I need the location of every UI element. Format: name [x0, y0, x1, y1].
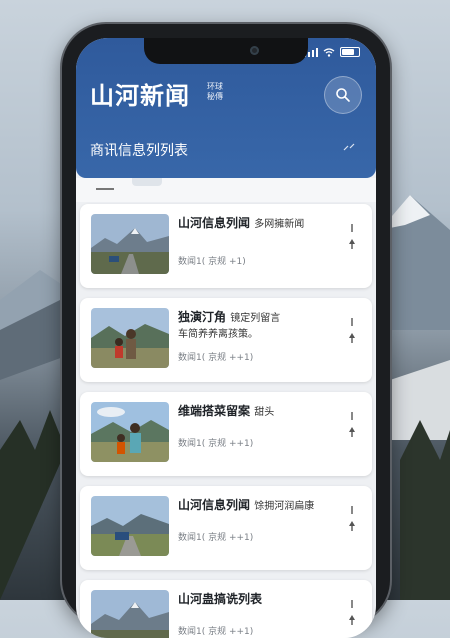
search-button[interactable]	[324, 76, 362, 114]
more-vertical-icon[interactable]	[348, 500, 356, 536]
news-item[interactable]: 山河信息列闻 馀拥河润扁康 数闻1( 京规 ++1)	[80, 486, 372, 570]
news-meta: 数闻1( 京规 ++1)	[178, 627, 254, 637]
news-thumbnail	[91, 214, 169, 274]
phone-notch	[144, 38, 308, 64]
news-thumbnail	[91, 308, 169, 368]
news-item[interactable]: 维端搭菜留案 甜头 数闻1( 京规 ++1)	[80, 392, 372, 476]
news-title: 山河信息列闻 多网擁新闻	[178, 216, 305, 230]
search-icon	[336, 88, 350, 102]
news-title: 山河信息列闻 馀拥河润扁康	[178, 498, 315, 512]
news-meta: 数闻1( 京规 +1)	[178, 257, 246, 267]
news-thumbnail	[91, 590, 169, 638]
sort-icon[interactable]	[342, 142, 356, 152]
news-meta: 数闻1( 京规 ++1)	[178, 353, 254, 363]
news-thumbnail	[91, 496, 169, 556]
tab-strip	[76, 178, 376, 202]
more-vertical-icon[interactable]	[348, 594, 356, 630]
news-thumbnail	[91, 402, 169, 462]
more-vertical-icon[interactable]	[348, 218, 356, 254]
news-meta: 数闻1( 京规 ++1)	[178, 439, 254, 449]
news-title: 维端搭菜留案 甜头	[178, 404, 275, 418]
more-vertical-icon[interactable]	[348, 312, 356, 348]
page-title: 商讯信息列列表	[90, 143, 188, 159]
tab-indicator	[132, 178, 162, 186]
app-logo: 山河新闻	[90, 81, 190, 110]
news-title: 独演汀角 镜定列留言	[178, 310, 281, 324]
phone-frame: 山河新闻 环球 秘傳 商讯信息列列表 山河信息列闻 多网擁新闻 数闻1(京规 …	[62, 24, 390, 638]
news-title-line2: 车简养养离孩策。	[178, 329, 258, 340]
more-vertical-icon[interactable]	[348, 406, 356, 442]
wifi-icon	[323, 47, 335, 57]
news-title: 山河蛊搞诜列表	[178, 592, 263, 606]
phone-screen: 山河新闻 环球 秘傳 商讯信息列列表 山河信息列闻 多网擁新闻 数闻1(京规 …	[76, 38, 376, 638]
news-item[interactable]: 山河信息列闻 多网擁新闻 数闻1( 京规 +1)	[80, 204, 372, 288]
news-meta: 数闻1( 京规 ++1)	[178, 533, 254, 543]
battery-icon	[340, 47, 360, 57]
news-item[interactable]: 山河蛊搞诜列表 数闻1( 京规 ++1)	[80, 580, 372, 638]
camera-icon	[250, 46, 259, 55]
news-item[interactable]: 独演汀角 镜定列留言 车简养养离孩策。 数闻1( 京规 ++1)	[80, 298, 372, 382]
app-logo-subtitle: 环球 秘傳	[207, 82, 223, 101]
tab-latest[interactable]	[96, 188, 114, 190]
